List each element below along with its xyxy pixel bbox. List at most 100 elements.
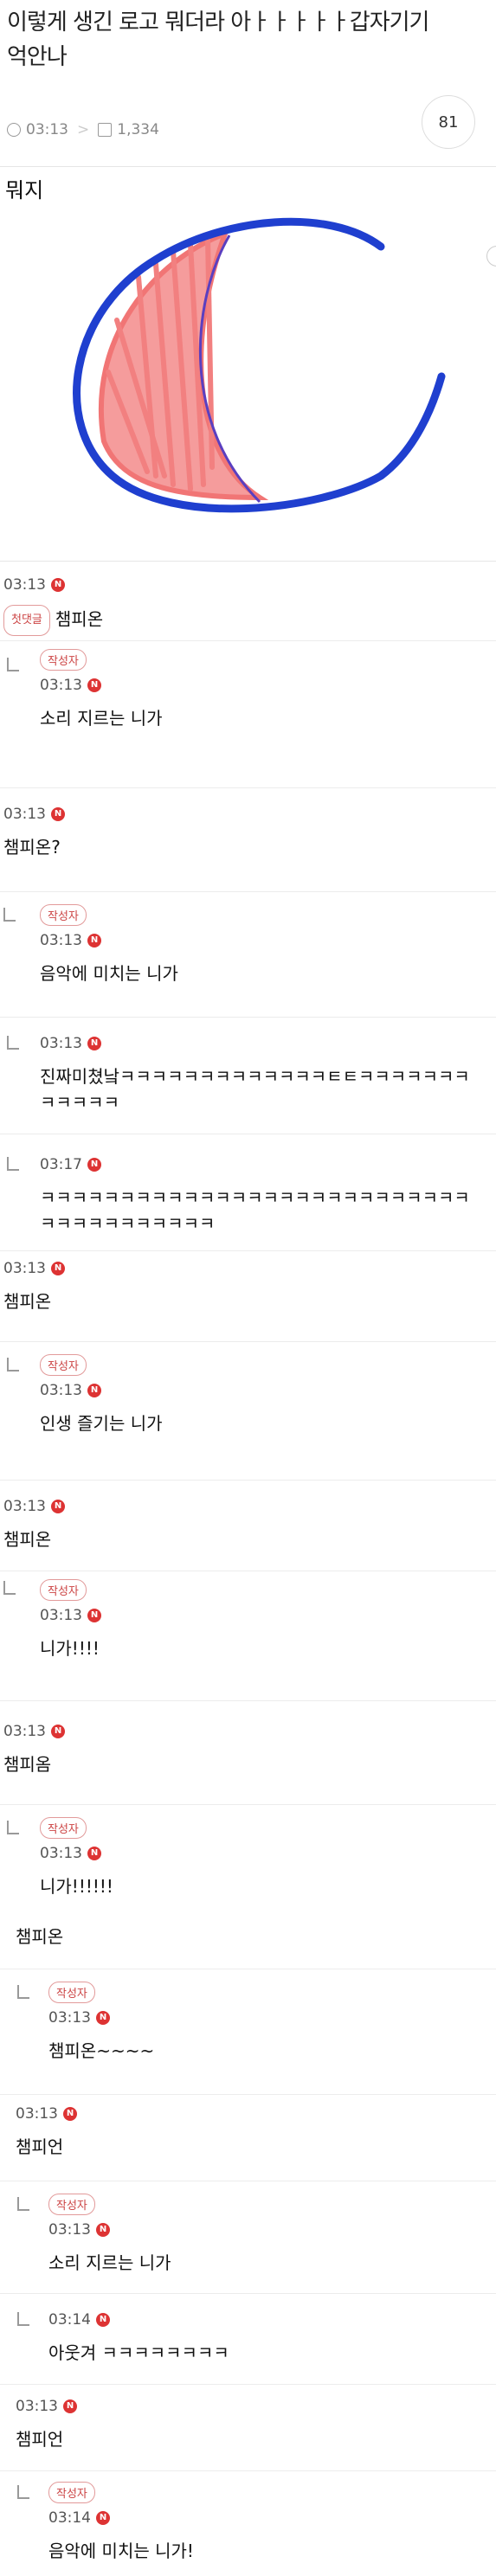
comment-text: 아웃겨 ㅋㅋㅋㅋㅋㅋㅋㅋ (48, 2342, 229, 2363)
author-tag: 작성자 (40, 649, 87, 671)
new-badge: N (51, 1500, 65, 1513)
comment-time: 03:13 (3, 1723, 46, 1740)
comment-time: 03:13 (3, 1498, 46, 1515)
comment: 03:13 N 챔피언 (0, 2104, 496, 2160)
comment-divider (0, 2470, 496, 2471)
comment-divider (0, 1250, 496, 1251)
comment: 03:13 N 챔피옴 (0, 1722, 496, 1777)
reply-arrow-icon (3, 1581, 16, 1595)
author-tag: 작성자 (40, 1354, 87, 1376)
reply-arrow-icon (7, 658, 19, 671)
new-badge: N (51, 1262, 65, 1275)
comment-time: 03:13 (16, 2398, 58, 2415)
new-badge: N (63, 2107, 77, 2121)
comment-text: 음악에 미치는 니가 (40, 963, 178, 984)
reply-arrow-icon (17, 2197, 29, 2211)
post-meta: 03:13 > 1,334 (7, 121, 159, 138)
comment: 챔피온 (0, 1924, 496, 1950)
comment-time: 03:17 (40, 1156, 82, 1173)
clock-icon (7, 123, 21, 137)
new-badge: N (51, 807, 65, 821)
new-badge: N (87, 1609, 101, 1622)
first-comment-tag: 첫댓글 (3, 605, 50, 636)
author-tag: 작성자 (48, 1982, 95, 2003)
comment-divider (0, 640, 496, 641)
comment-divider (0, 2094, 496, 2095)
post-views: 1,334 (117, 121, 159, 138)
comment: 03:13 N 챔피온 (0, 1497, 496, 1552)
body-divider (0, 561, 496, 562)
comment-time: 03:13 (40, 1382, 82, 1399)
new-badge: N (51, 1725, 65, 1738)
post-time: 03:13 (26, 121, 68, 138)
comment-time: 03:13 (48, 2221, 91, 2239)
meta-separator: > (77, 121, 90, 138)
new-badge: N (51, 578, 65, 592)
reply-comment: 03:13 N 진짜미쳤낰ㅋㅋㅋㅋㅋㅋㅋㅋㅋㅋㅋㅋㅋㅌㅌㅋㅋㅋㅋㅋㅋㅋㅋㅋㅋㅋㅋ (0, 1034, 496, 1115)
comment-divider (0, 2293, 496, 2294)
comment-text: 음악에 미치는 니가! (48, 2541, 194, 2561)
comment-time: 03:14 (48, 2509, 91, 2527)
reply-comment: 작성자 03:13 N 소리 지르는 니가 (0, 2194, 496, 2276)
reply-comment: 작성자 03:13 N 음악에 미치는 니가 (0, 904, 496, 986)
comment-count-button[interactable]: 81 (422, 95, 475, 149)
reply-comment: 작성자 03:13 N 니가!!!!!! (0, 1817, 496, 1899)
new-badge: N (63, 2399, 77, 2413)
comment-text: 인생 즐기는 니가 (40, 1413, 163, 1434)
comment-time: 03:13 (3, 806, 46, 823)
comment-divider (0, 891, 496, 892)
comment-time: 03:13 (40, 677, 82, 694)
comment-count: 81 (438, 112, 459, 132)
reply-comment: 작성자 03:14 N 음악에 미치는 니가! (0, 2482, 496, 2564)
reply-comment: 작성자 03:13 N 챔피온~~~~ (0, 1982, 496, 2064)
comment-text: 챔피온~~~~ (48, 2040, 155, 2061)
comment-divider (0, 2384, 496, 2385)
header-divider (0, 166, 496, 167)
comment-divider (0, 1017, 496, 1018)
reply-arrow-icon (17, 2312, 29, 2326)
new-badge: N (87, 934, 101, 948)
comment-time: 03:13 (40, 1607, 82, 1624)
comment-text: 챔피온 (3, 1291, 52, 1312)
new-badge: N (96, 2011, 110, 2025)
comment-text: ㅋㅋㅋㅋㅋㅋㅋㅋㅋㅋㅋㅋㅋㅋㅋㅋㅋㅋㅋㅋㅋㅋㅋㅋㅋㅋㅋㅋㅋㅋㅋㅋㅋㅋㅋㅋㅋㅋ (40, 1187, 470, 1234)
comment: 03:13 N 챔피온? (0, 805, 496, 860)
comment: 03:13 N 첫댓글 챔피온 (0, 575, 496, 636)
comment-text: 챔피온 (3, 1529, 52, 1550)
post-title: 이렇게 생긴 로고 뭐더라 아ㅏㅏㅏㅏㅏ갑자기기억안나 (7, 10, 429, 70)
comment-time: 03:14 (48, 2311, 91, 2329)
comment-text: 챔피언 (16, 2136, 64, 2157)
new-badge: N (87, 1037, 101, 1050)
comment-time: 03:13 (3, 1260, 46, 1277)
comment-text: 니가!!!!!! (40, 1876, 113, 1897)
reply-arrow-icon (7, 1157, 19, 1171)
comment-time: 03:13 (40, 1845, 82, 1862)
author-tag: 작성자 (40, 904, 87, 926)
author-tag: 작성자 (40, 1579, 87, 1601)
author-tag: 작성자 (48, 2482, 95, 2503)
comment-divider (0, 1480, 496, 1481)
comment-divider (0, 1700, 496, 1701)
comment-divider (0, 1804, 496, 1805)
reply-comment: 03:17 N ㅋㅋㅋㅋㅋㅋㅋㅋㅋㅋㅋㅋㅋㅋㅋㅋㅋㅋㅋㅋㅋㅋㅋㅋㅋㅋㅋㅋㅋㅋㅋㅋㅋ… (0, 1155, 496, 1237)
reply-arrow-icon (7, 1358, 19, 1372)
comment-text: 챔피언 (16, 2429, 64, 2450)
new-badge: N (87, 1384, 101, 1397)
logo-drawing-image (73, 217, 446, 513)
document-icon (98, 123, 113, 137)
reply-comment: 작성자 03:13 N 니가!!!! (0, 1579, 496, 1661)
reply-arrow-icon (7, 1821, 19, 1834)
comment-divider (0, 787, 496, 788)
new-badge: N (96, 2223, 110, 2237)
author-tag: 작성자 (48, 2194, 95, 2215)
reply-comment: 작성자 03:13 N 인생 즐기는 니가 (0, 1354, 496, 1436)
new-badge: N (87, 678, 101, 692)
reply-comment: 작성자 03:13 N 소리 지르는 니가 (0, 649, 496, 731)
reply-arrow-icon (3, 908, 16, 922)
new-badge: N (96, 2511, 110, 2525)
reply-arrow-icon (17, 1985, 29, 1999)
comment-time: 03:13 (40, 932, 82, 949)
scroll-handle[interactable] (486, 246, 496, 267)
comment-time: 03:13 (3, 576, 46, 594)
new-badge: N (87, 1847, 101, 1860)
